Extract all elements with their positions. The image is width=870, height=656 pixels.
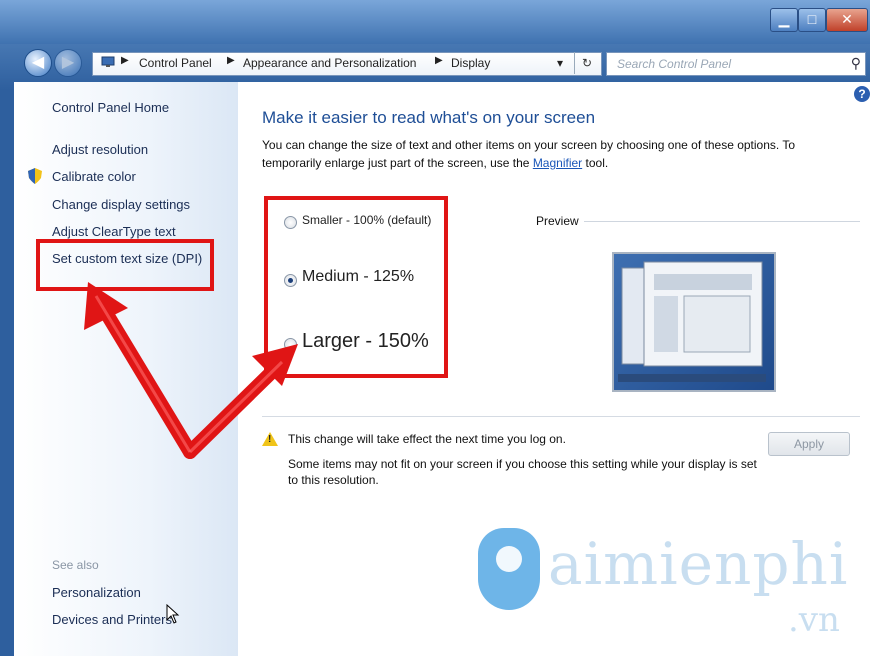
- watermark-logo-dot: [496, 546, 522, 572]
- explorer-window: ▁ □ ✕ ◀ ▶ ▶ Control Panel ▶ Appearance a…: [0, 0, 870, 656]
- watermark-text: aimienphi: [548, 530, 849, 598]
- watermark-domain: .vn: [788, 600, 840, 640]
